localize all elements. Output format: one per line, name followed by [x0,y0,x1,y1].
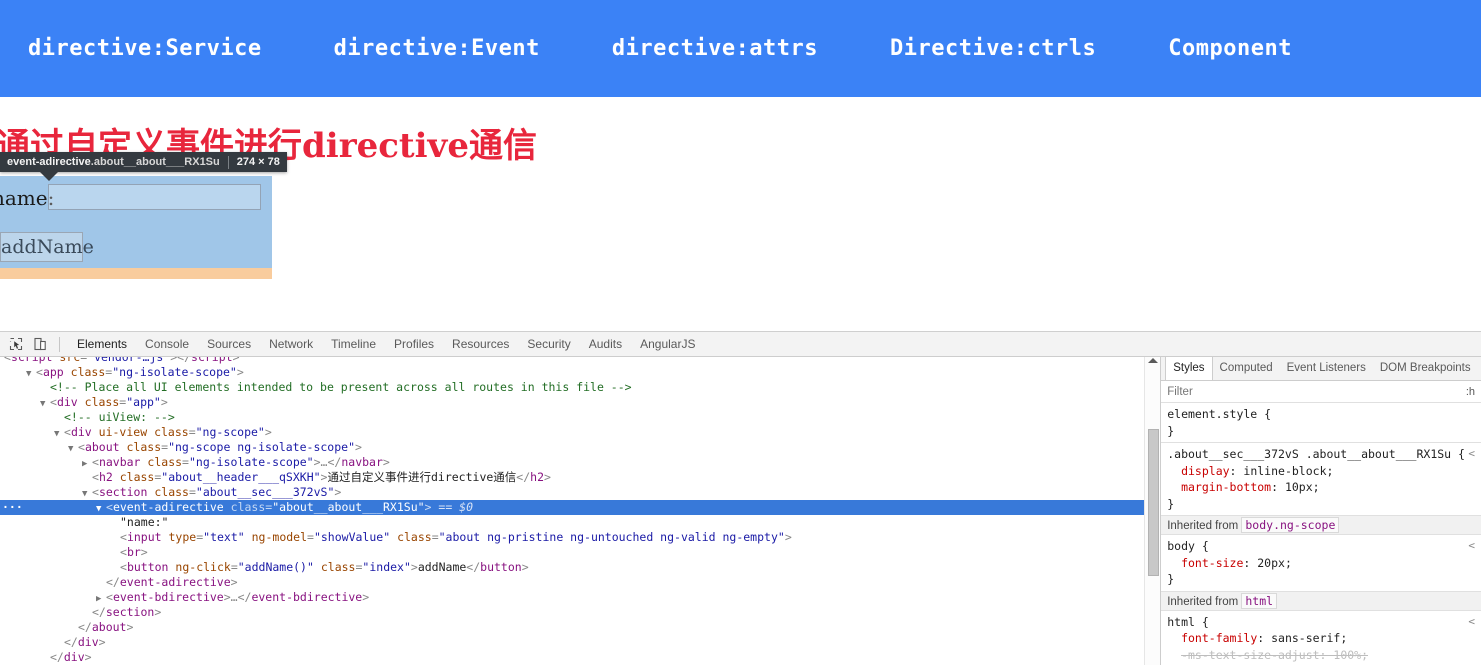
name-label: name: [0,186,55,210]
inspector-tooltip-arrow [40,172,58,181]
tab-audits[interactable]: Audits [580,332,631,356]
toolbar-divider [59,336,60,352]
nav-link-directive-attrs[interactable]: directive:attrs [612,36,818,61]
css-declaration[interactable]: font-family: sans-serif; [1167,630,1481,647]
dom-node-row[interactable]: ▼ <about class="ng-scope ng-isolate-scope… [0,440,1160,455]
styles-tab-dom-breakpoints[interactable]: DOM Breakpoints [1373,357,1478,380]
css-source-link: < [1468,447,1475,460]
nav-link-directive-event[interactable]: directive:Event [334,36,540,61]
navbar: directive:Service directive:Event direct… [0,0,1481,97]
scroll-up-arrow-icon[interactable] [1148,358,1159,363]
devtools-toolbar: Elements Console Sources Network Timelin… [0,332,1481,357]
styles-tab-event-listeners[interactable]: Event Listeners [1280,357,1373,380]
selected-marker: ··· [2,500,23,514]
css-rule-block[interactable]: element.style {} [1161,403,1481,442]
css-selector: body { [1167,539,1209,553]
dom-node-row[interactable]: </div> [0,635,1160,650]
dom-node-row[interactable]: <!-- Place all UI elements intended to b… [0,380,1160,395]
css-source-link: < [1468,539,1475,552]
dom-node-row[interactable]: "name:" [0,515,1160,530]
dom-node-row[interactable]: </event-adirective> [0,575,1160,590]
tab-console[interactable]: Console [136,332,198,356]
css-source-link: < [1468,614,1475,628]
inspector-tooltip-classes: .about__about___RX1Su [90,156,220,168]
dom-node-row[interactable]: ▶ <navbar class="ng-isolate-scope">…</nav… [0,455,1160,470]
css-rule-block[interactable]: html { < font-family: sans-serif; -ms-tex… [1161,611,1481,666]
devtools-panel: Elements Console Sources Network Timelin… [0,331,1481,666]
dom-node-row[interactable]: </about> [0,620,1160,635]
styles-tab-styles[interactable]: Styles [1165,357,1213,380]
navbar-links: directive:Service directive:Event direct… [28,36,1292,61]
dom-tree-pane[interactable]: <script src="vendor-…js"></script> ▼ <app… [0,357,1161,665]
inspector-tooltip-tag: event-adirective [7,156,91,168]
css-selector: html { [1167,614,1209,629]
tab-resources[interactable]: Resources [443,332,518,356]
inherited-from-header: Inherited from body.ng-scope [1161,515,1481,535]
inherited-source-chip: html [1241,592,1278,609]
dom-tree-lines: ▼ <app class="ng-isolate-scope"> <!-- Pla… [0,365,1161,665]
dom-node-row[interactable]: <!-- uiView: --> [0,410,1160,425]
dom-node-row[interactable]: <input type="text" ng-model="showValue" … [0,530,1160,545]
add-name-button[interactable]: addName [0,232,94,262]
styles-filter-input[interactable] [1167,385,1368,398]
name-input[interactable] [48,184,261,210]
css-declaration[interactable]: font-size: 20px; [1167,555,1481,572]
tab-elements[interactable]: Elements [68,332,136,356]
inherited-source-chip: body.ng-scope [1241,517,1340,533]
dom-node-row[interactable]: ▼ <app class="ng-isolate-scope"> [0,365,1160,380]
nav-link-component[interactable]: Component [1168,36,1292,61]
devtools-highlight-margin-box [0,268,272,279]
force-state-hov-button[interactable]: :h [1466,386,1475,398]
scrollbar-thumb[interactable] [1148,429,1160,576]
dom-node-row[interactable]: <button ng-click="addName()" class="inde… [0,560,1160,575]
css-selector: element.style { [1167,407,1272,421]
inspector-tooltip: event-adirective .about__about___RX1Su 2… [0,152,287,172]
styles-filter-row: :h [1161,381,1481,403]
dom-node-row[interactable]: ▼ <div class="app"> [0,395,1160,410]
styles-pane: Styles Computed Event Listeners DOM Brea… [1160,357,1481,665]
styles-tab-properties[interactable]: Pr [1478,357,1481,380]
nav-link-directive-ctrls[interactable]: Directive:ctrls [890,36,1096,61]
css-rule-close: } [1167,496,1175,511]
styles-tab-computed[interactable]: Computed [1213,357,1280,380]
dom-node-row[interactable]: </div> [0,650,1160,665]
dom-node-row-selected[interactable]: ··· ▼ <event-adirective class="about__abou… [0,500,1161,515]
css-declaration[interactable]: display: inline-block; [1167,463,1481,480]
rendered-page: directive:Service directive:Event direct… [0,0,1481,331]
device-toolbar-icon[interactable] [29,334,51,354]
tab-profiles[interactable]: Profiles [385,332,443,356]
tab-security[interactable]: Security [518,332,579,356]
tab-sources[interactable]: Sources [198,332,260,356]
inspect-cursor-icon[interactable] [5,334,27,354]
dom-node-row[interactable]: </section> [0,605,1160,620]
css-rule-close: } [1167,572,1175,586]
css-rule-block[interactable]: body { < font-size: 20px;} [1161,535,1481,591]
dom-node-row[interactable]: ▶ <event-bdirective>…</event-bdirective> [0,590,1160,605]
css-rule-block[interactable]: .about__sec___372vS .about__about___RX1S… [1161,442,1481,515]
dom-node-row[interactable]: ▼ <section class="about__sec___372vS"> [0,485,1160,500]
tab-angularjs[interactable]: AngularJS [631,332,704,356]
styles-rule-list: element.style {} .about__sec___372vS .abo… [1161,403,1481,665]
dom-node-row[interactable]: <h2 class="about__header___qSXKH">通过自定义事… [0,470,1160,485]
dom-node-row[interactable]: ▼ <div ui-view class="ng-scope"> [0,425,1160,440]
dom-tree-scrollbar[interactable] [1144,357,1161,665]
css-selector: .about__sec___372vS .about__about___RX1S… [1167,447,1465,461]
tab-network[interactable]: Network [260,332,322,356]
inspector-tooltip-separator [227,155,229,169]
nav-link-directive-service[interactable]: directive:Service [28,36,262,61]
inherited-from-header: Inherited from html [1161,590,1481,611]
dom-scrolled-partial-line: <script src="vendor-…js"></script> [4,357,240,364]
inspector-tooltip-dimensions: 274 × 78 [236,156,280,168]
styles-tab-bar: Styles Computed Event Listeners DOM Brea… [1161,357,1481,381]
dom-node-row[interactable]: <br> [0,545,1160,560]
devtools-body: <script src="vendor-…js"></script> ▼ <app… [0,357,1481,665]
css-rule-close: } [1167,423,1175,438]
css-declaration[interactable]: margin-bottom: 10px; [1167,479,1481,496]
tab-timeline[interactable]: Timeline [322,332,385,356]
css-declaration[interactable]: -ms-text-size-adjust: 100%; [1167,647,1481,664]
